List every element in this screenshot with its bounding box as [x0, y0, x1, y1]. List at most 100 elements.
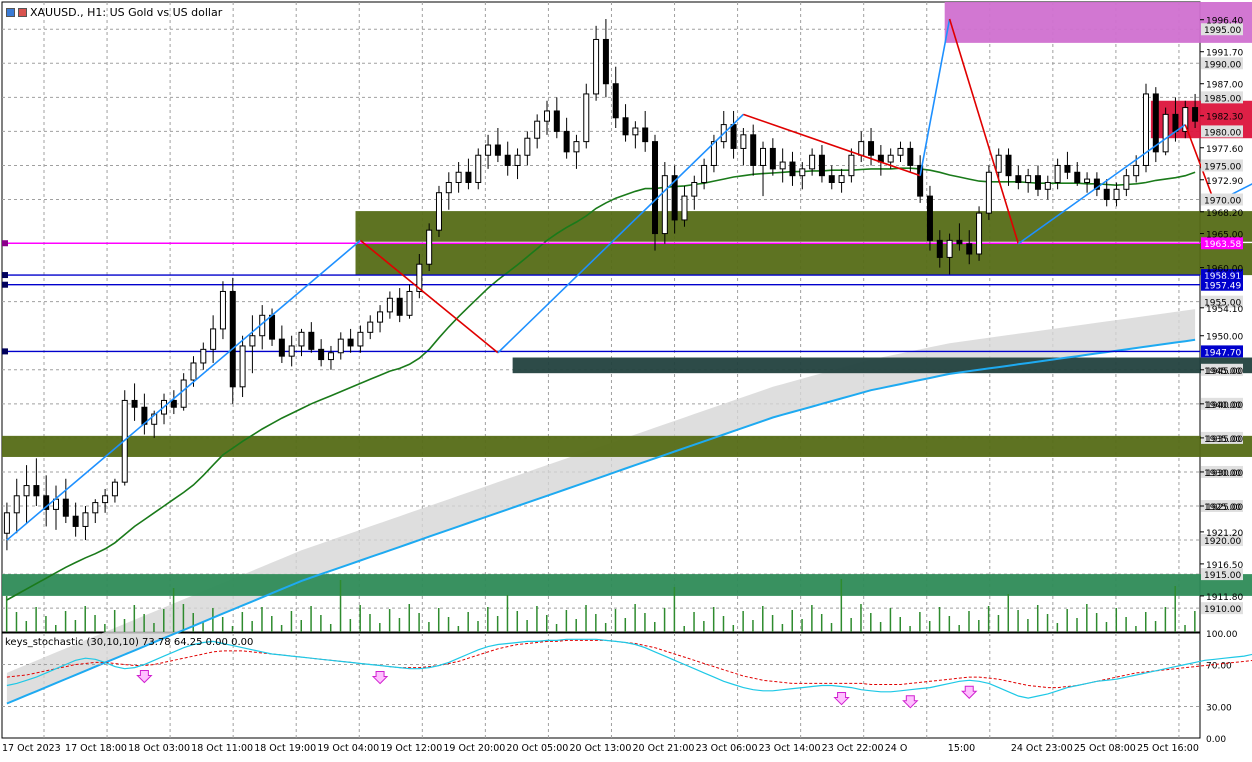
candle-body [1005, 154, 1012, 177]
x-tick-label: 18 Oct 03:00 [128, 743, 190, 754]
volume-bar [1027, 619, 1029, 632]
price-label: 1963.58 [1204, 240, 1241, 250]
volume-bar [889, 608, 892, 632]
level-handle [2, 272, 8, 279]
price-zone [355, 243, 1252, 276]
volume-bar [202, 622, 204, 632]
volume-bar [163, 609, 165, 632]
candle-body [406, 290, 413, 316]
candle-body [1103, 188, 1110, 201]
y-tick-label: 1925.00 [1206, 503, 1243, 513]
volume-bar [428, 622, 430, 632]
volume-bar [840, 579, 843, 632]
candle-body [995, 154, 1002, 173]
price-label: 1957.49 [1204, 282, 1241, 292]
candle-body [386, 297, 393, 313]
level-handle [2, 240, 8, 247]
candle-body [445, 181, 452, 194]
candle-body [13, 495, 20, 514]
volume-bar [978, 620, 980, 632]
volume-bar [231, 626, 234, 632]
x-tick-label: 24 O [885, 743, 908, 754]
x-tick-label: 20 Oct 05:00 [506, 743, 568, 754]
volume-bar [555, 624, 558, 632]
volume-bar [310, 606, 312, 632]
candle-body [691, 181, 698, 197]
candle-body [769, 147, 776, 170]
y-tick-label: 1954.10 [1206, 305, 1243, 315]
candle-body [1152, 93, 1159, 153]
candle-body [377, 311, 384, 323]
candle-body [465, 171, 472, 183]
volume-bar [732, 625, 735, 632]
x-tick-label: 23 Oct 14:00 [759, 743, 821, 754]
volume-bar [418, 613, 420, 632]
volume-bar [811, 605, 813, 632]
volume-bar [388, 609, 391, 632]
volume-bar [899, 617, 901, 632]
x-tick-label: 18 Oct 19:00 [254, 743, 316, 754]
candle-body [543, 110, 550, 122]
candle-body [249, 335, 256, 347]
volume-bar [693, 612, 695, 632]
candle-body [1084, 178, 1091, 183]
price-label: 1990.00 [1204, 60, 1241, 70]
volume-bar [870, 613, 872, 632]
volume-bar [153, 623, 155, 632]
candle-body [396, 297, 403, 316]
volume-bar [1036, 605, 1039, 632]
y-tick-label: 1996.40 [1206, 17, 1243, 27]
candle-body [593, 38, 600, 95]
volume-bar [123, 619, 126, 632]
volume-bar [94, 615, 96, 632]
volume-bar [909, 626, 911, 632]
y-tick-label: 1982.30 [1206, 113, 1243, 123]
volume-bar [879, 622, 882, 632]
candle-body [219, 290, 226, 330]
candle-body [337, 338, 344, 354]
volume-bar [791, 610, 793, 632]
y-tick-label: 1921.20 [1206, 529, 1243, 539]
candle-body [750, 134, 757, 166]
volume-bar [477, 621, 479, 632]
chart-header: XAUUSD., H1: US Gold vs US dollar [6, 6, 222, 19]
volume-bar [1105, 622, 1108, 632]
volume-bar [221, 617, 224, 632]
candle-body [1192, 107, 1199, 122]
candle-body [602, 38, 609, 85]
volume-bar [1066, 609, 1068, 632]
volume-bar [35, 607, 37, 632]
volume-bar [703, 621, 705, 632]
candle-body [426, 229, 433, 265]
candle-body [818, 154, 825, 177]
candle-body [779, 161, 786, 170]
candle-body [170, 399, 177, 408]
candle-body [730, 124, 737, 149]
chart-title: XAUUSD., H1: US Gold vs US dollar [30, 6, 223, 19]
candle-body [985, 171, 992, 214]
candle-body [111, 481, 118, 497]
volume-bar [860, 604, 862, 632]
volume-bar [5, 596, 8, 632]
candle-body [475, 154, 482, 183]
volume-bar [545, 615, 548, 632]
x-tick-label: 23 Oct 22:00 [822, 743, 884, 754]
x-tick-label: 23 Oct 06:00 [696, 743, 758, 754]
volume-bar [1125, 617, 1127, 632]
candle-body [1034, 175, 1041, 190]
volume-bar [300, 620, 302, 632]
x-tick-label: 17 Oct 18:00 [65, 743, 127, 754]
volume-bar [339, 580, 342, 632]
volume-bar [379, 623, 381, 632]
volume-bar [526, 620, 528, 632]
stoch-level-label: 30.00 [1206, 704, 1232, 714]
volume-bar [15, 612, 18, 632]
volume-bar [290, 611, 293, 632]
volume-bar [663, 608, 666, 632]
candle-body [23, 485, 30, 497]
candle-body [1054, 164, 1061, 183]
candle-body [622, 117, 629, 136]
y-tick-label: 1960.00 [1206, 265, 1243, 275]
y-tick-label: 1972.90 [1206, 177, 1243, 187]
y-tick-label: 1987.00 [1206, 81, 1243, 91]
